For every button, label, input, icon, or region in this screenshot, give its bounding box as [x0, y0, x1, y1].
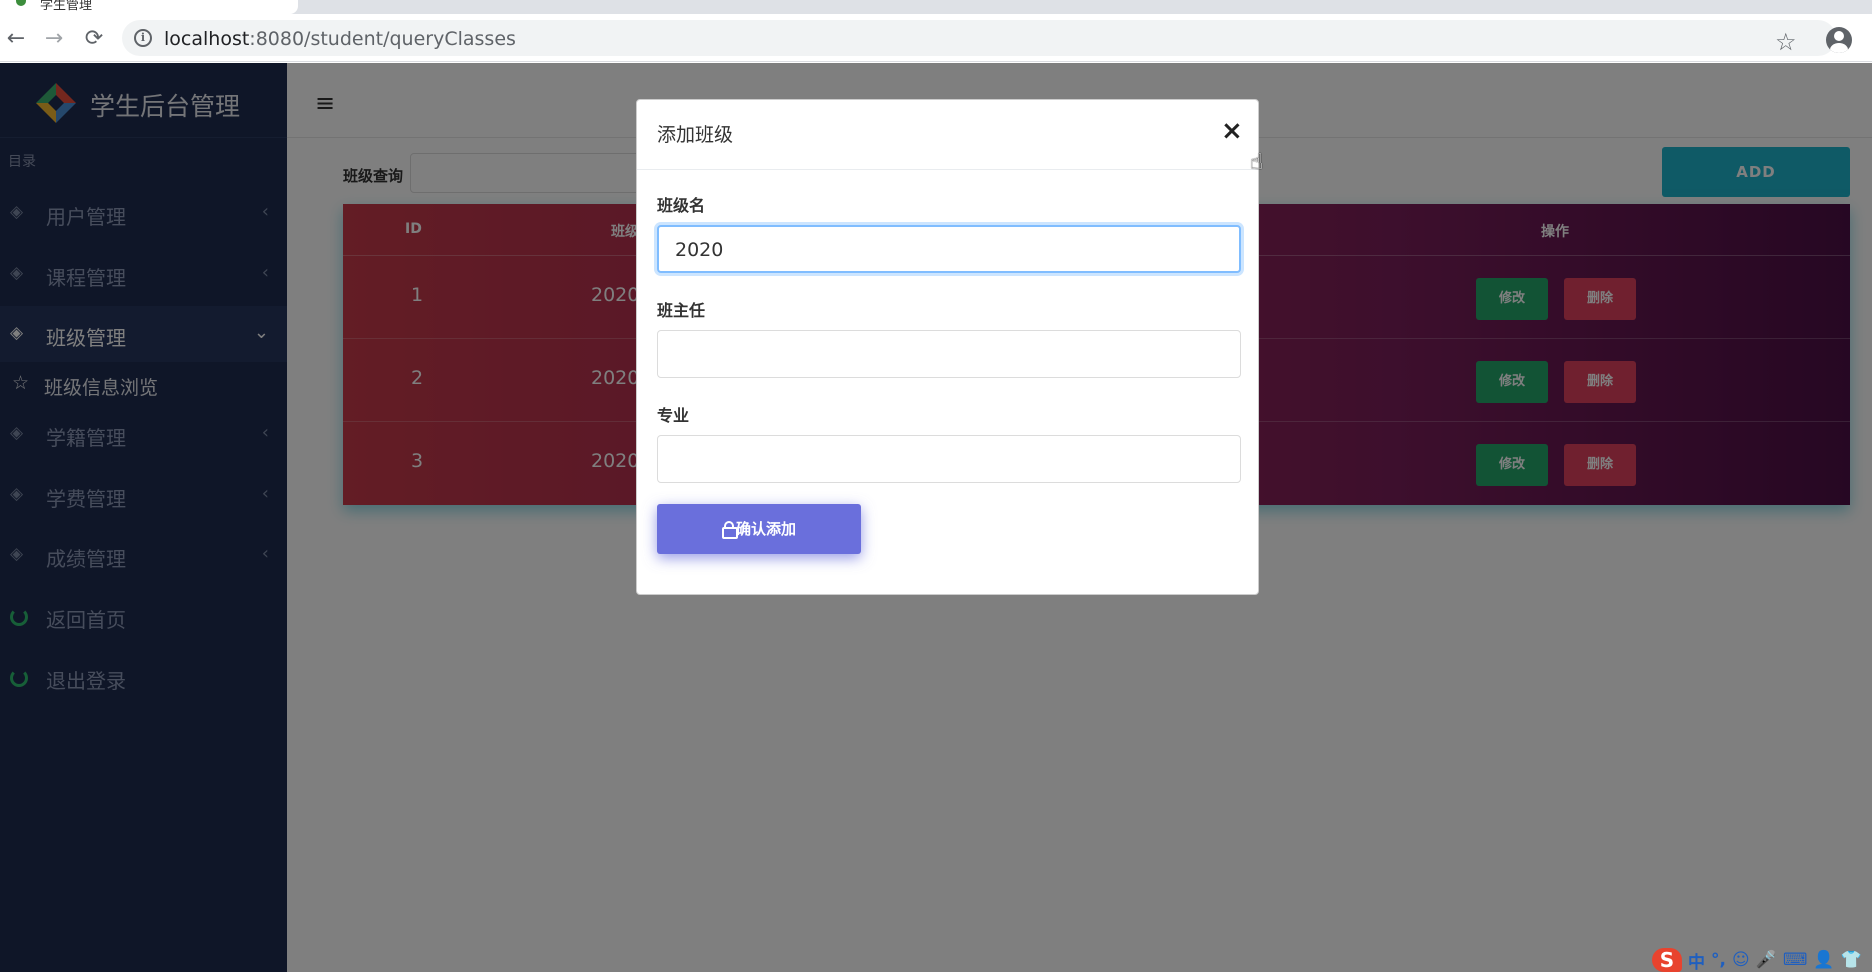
browser-tab[interactable]: 学生管理 [0, 0, 298, 14]
address-bar[interactable]: i localhost:8080/student/queryClasses [122, 20, 1836, 56]
major-label: 专业 [657, 406, 690, 425]
ime-emoji-icon[interactable]: ☺ [1732, 950, 1750, 970]
modal-header: 添加班级 × [637, 100, 1258, 170]
ime-user-icon[interactable]: 👤 [1813, 950, 1834, 970]
url-path: :8080/student/queryClasses [249, 28, 516, 50]
ime-chinese-mode[interactable]: 中 [1688, 948, 1705, 972]
profile-icon[interactable] [1826, 27, 1852, 53]
head-teacher-label: 班主任 [657, 301, 706, 320]
tab-strip: 学生管理 [0, 0, 1872, 14]
tab-title: 学生管理 [40, 0, 93, 13]
ime-skin-icon[interactable]: 👕 [1841, 950, 1862, 970]
site-info-icon[interactable]: i [134, 29, 152, 47]
ime-keyboard-icon[interactable]: ⌨ [1783, 950, 1808, 970]
forward-icon[interactable]: → [42, 28, 66, 52]
ime-microphone-icon[interactable]: 🎤 [1756, 950, 1777, 970]
url-host: localhost [164, 28, 250, 50]
url-text: localhost:8080/student/queryClasses [164, 28, 516, 50]
major-field[interactable] [657, 435, 1241, 483]
hand-cursor-icon: ☝ [1250, 150, 1264, 175]
sogou-ime-logo-icon[interactable]: S [1652, 948, 1682, 972]
class-name-label: 班级名 [657, 196, 706, 215]
bookmark-star-icon[interactable]: ☆ [1775, 28, 1797, 56]
confirm-add-button[interactable]: 确认添加 [657, 504, 861, 554]
confirm-add-label: 确认添加 [735, 520, 796, 538]
back-icon[interactable]: ← [4, 28, 28, 52]
favicon-icon [16, 0, 26, 6]
close-icon[interactable]: × [1221, 116, 1243, 146]
modal-title: 添加班级 [657, 124, 734, 146]
add-class-modal: 添加班级 × 班级名 2020 班主任 专业 确认添加 [636, 99, 1259, 595]
reload-icon[interactable]: ⟳ [82, 28, 106, 52]
ime-punctuation-icon[interactable]: °, [1711, 950, 1726, 970]
class-name-field[interactable]: 2020 [657, 225, 1241, 273]
browser-toolbar: ← → ⟳ i localhost:8080/student/queryClas… [0, 14, 1872, 62]
head-teacher-field[interactable] [657, 330, 1241, 378]
lock-icon [721, 521, 738, 539]
ime-toolbar: S 中 °, ☺ 🎤 ⌨ 👤 👕 [1652, 948, 1872, 972]
